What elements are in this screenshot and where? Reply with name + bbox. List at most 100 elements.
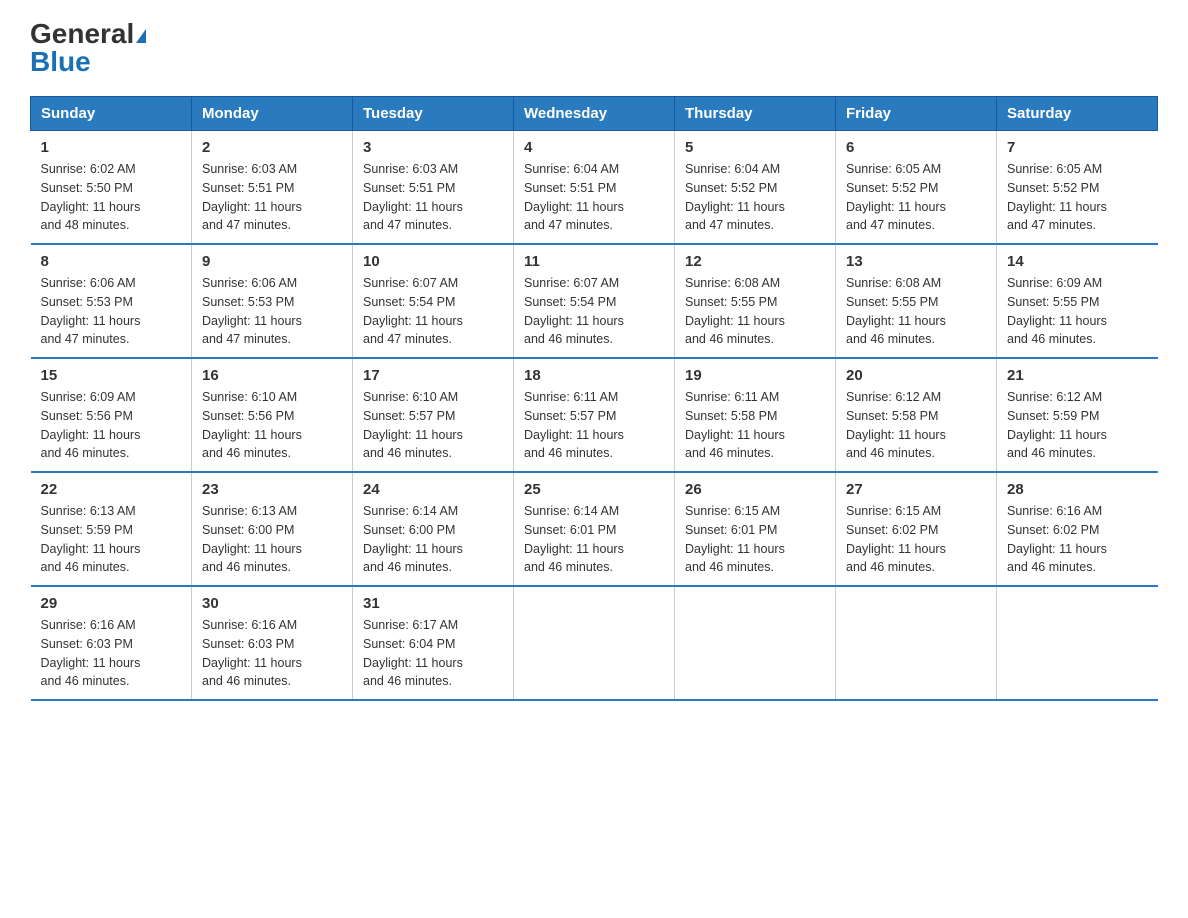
logo-general-line: General bbox=[30, 20, 146, 48]
day-info: Sunrise: 6:08 AMSunset: 5:55 PMDaylight:… bbox=[846, 276, 946, 346]
day-info: Sunrise: 6:03 AMSunset: 5:51 PMDaylight:… bbox=[202, 162, 302, 232]
header-cell-thursday: Thursday bbox=[675, 97, 836, 131]
day-info: Sunrise: 6:16 AMSunset: 6:03 PMDaylight:… bbox=[202, 618, 302, 688]
day-cell: 26 Sunrise: 6:15 AMSunset: 6:01 PMDaylig… bbox=[675, 472, 836, 586]
day-number: 27 bbox=[846, 481, 986, 498]
week-row-3: 15 Sunrise: 6:09 AMSunset: 5:56 PMDaylig… bbox=[31, 358, 1158, 472]
day-info: Sunrise: 6:16 AMSunset: 6:02 PMDaylight:… bbox=[1007, 504, 1107, 574]
calendar-header: SundayMondayTuesdayWednesdayThursdayFrid… bbox=[31, 97, 1158, 131]
day-info: Sunrise: 6:13 AMSunset: 6:00 PMDaylight:… bbox=[202, 504, 302, 574]
day-number: 18 bbox=[524, 367, 664, 384]
day-info: Sunrise: 6:17 AMSunset: 6:04 PMDaylight:… bbox=[363, 618, 463, 688]
day-cell: 20 Sunrise: 6:12 AMSunset: 5:58 PMDaylig… bbox=[836, 358, 997, 472]
header-cell-wednesday: Wednesday bbox=[514, 97, 675, 131]
day-info: Sunrise: 6:14 AMSunset: 6:00 PMDaylight:… bbox=[363, 504, 463, 574]
page-header: General Blue bbox=[30, 20, 1158, 76]
day-number: 24 bbox=[363, 481, 503, 498]
day-cell: 9 Sunrise: 6:06 AMSunset: 5:53 PMDayligh… bbox=[192, 244, 353, 358]
day-number: 10 bbox=[363, 253, 503, 270]
header-cell-saturday: Saturday bbox=[997, 97, 1158, 131]
day-cell bbox=[836, 586, 997, 700]
day-number: 21 bbox=[1007, 367, 1148, 384]
day-info: Sunrise: 6:05 AMSunset: 5:52 PMDaylight:… bbox=[846, 162, 946, 232]
day-number: 4 bbox=[524, 139, 664, 156]
day-cell: 27 Sunrise: 6:15 AMSunset: 6:02 PMDaylig… bbox=[836, 472, 997, 586]
day-info: Sunrise: 6:09 AMSunset: 5:56 PMDaylight:… bbox=[41, 390, 141, 460]
day-info: Sunrise: 6:10 AMSunset: 5:57 PMDaylight:… bbox=[363, 390, 463, 460]
day-number: 19 bbox=[685, 367, 825, 384]
logo-blue-line: Blue bbox=[30, 48, 91, 76]
day-cell: 23 Sunrise: 6:13 AMSunset: 6:00 PMDaylig… bbox=[192, 472, 353, 586]
day-number: 8 bbox=[41, 253, 182, 270]
day-info: Sunrise: 6:06 AMSunset: 5:53 PMDaylight:… bbox=[41, 276, 141, 346]
day-cell: 11 Sunrise: 6:07 AMSunset: 5:54 PMDaylig… bbox=[514, 244, 675, 358]
day-cell: 21 Sunrise: 6:12 AMSunset: 5:59 PMDaylig… bbox=[997, 358, 1158, 472]
day-number: 26 bbox=[685, 481, 825, 498]
logo-general-text: General bbox=[30, 18, 146, 49]
day-number: 9 bbox=[202, 253, 342, 270]
day-cell: 14 Sunrise: 6:09 AMSunset: 5:55 PMDaylig… bbox=[997, 244, 1158, 358]
day-cell: 30 Sunrise: 6:16 AMSunset: 6:03 PMDaylig… bbox=[192, 586, 353, 700]
day-info: Sunrise: 6:07 AMSunset: 5:54 PMDaylight:… bbox=[524, 276, 624, 346]
day-cell: 13 Sunrise: 6:08 AMSunset: 5:55 PMDaylig… bbox=[836, 244, 997, 358]
day-number: 14 bbox=[1007, 253, 1148, 270]
day-cell: 29 Sunrise: 6:16 AMSunset: 6:03 PMDaylig… bbox=[31, 586, 192, 700]
day-cell: 8 Sunrise: 6:06 AMSunset: 5:53 PMDayligh… bbox=[31, 244, 192, 358]
day-number: 13 bbox=[846, 253, 986, 270]
day-number: 5 bbox=[685, 139, 825, 156]
day-number: 11 bbox=[524, 253, 664, 270]
day-info: Sunrise: 6:03 AMSunset: 5:51 PMDaylight:… bbox=[363, 162, 463, 232]
day-info: Sunrise: 6:07 AMSunset: 5:54 PMDaylight:… bbox=[363, 276, 463, 346]
day-info: Sunrise: 6:14 AMSunset: 6:01 PMDaylight:… bbox=[524, 504, 624, 574]
day-cell bbox=[675, 586, 836, 700]
day-cell: 3 Sunrise: 6:03 AMSunset: 5:51 PMDayligh… bbox=[353, 131, 514, 245]
week-row-2: 8 Sunrise: 6:06 AMSunset: 5:53 PMDayligh… bbox=[31, 244, 1158, 358]
day-cell: 16 Sunrise: 6:10 AMSunset: 5:56 PMDaylig… bbox=[192, 358, 353, 472]
day-number: 20 bbox=[846, 367, 986, 384]
day-number: 31 bbox=[363, 595, 503, 612]
day-info: Sunrise: 6:15 AMSunset: 6:01 PMDaylight:… bbox=[685, 504, 785, 574]
day-number: 2 bbox=[202, 139, 342, 156]
day-cell: 15 Sunrise: 6:09 AMSunset: 5:56 PMDaylig… bbox=[31, 358, 192, 472]
day-cell: 5 Sunrise: 6:04 AMSunset: 5:52 PMDayligh… bbox=[675, 131, 836, 245]
calendar-table: SundayMondayTuesdayWednesdayThursdayFrid… bbox=[30, 96, 1158, 701]
day-cell: 28 Sunrise: 6:16 AMSunset: 6:02 PMDaylig… bbox=[997, 472, 1158, 586]
day-cell: 19 Sunrise: 6:11 AMSunset: 5:58 PMDaylig… bbox=[675, 358, 836, 472]
day-number: 3 bbox=[363, 139, 503, 156]
day-cell: 7 Sunrise: 6:05 AMSunset: 5:52 PMDayligh… bbox=[997, 131, 1158, 245]
day-cell: 10 Sunrise: 6:07 AMSunset: 5:54 PMDaylig… bbox=[353, 244, 514, 358]
day-info: Sunrise: 6:09 AMSunset: 5:55 PMDaylight:… bbox=[1007, 276, 1107, 346]
day-cell: 24 Sunrise: 6:14 AMSunset: 6:00 PMDaylig… bbox=[353, 472, 514, 586]
day-cell: 4 Sunrise: 6:04 AMSunset: 5:51 PMDayligh… bbox=[514, 131, 675, 245]
day-info: Sunrise: 6:13 AMSunset: 5:59 PMDaylight:… bbox=[41, 504, 141, 574]
day-info: Sunrise: 6:05 AMSunset: 5:52 PMDaylight:… bbox=[1007, 162, 1107, 232]
day-info: Sunrise: 6:11 AMSunset: 5:58 PMDaylight:… bbox=[685, 390, 785, 460]
week-row-4: 22 Sunrise: 6:13 AMSunset: 5:59 PMDaylig… bbox=[31, 472, 1158, 586]
day-number: 6 bbox=[846, 139, 986, 156]
day-cell: 25 Sunrise: 6:14 AMSunset: 6:01 PMDaylig… bbox=[514, 472, 675, 586]
day-cell bbox=[514, 586, 675, 700]
day-cell: 12 Sunrise: 6:08 AMSunset: 5:55 PMDaylig… bbox=[675, 244, 836, 358]
header-row: SundayMondayTuesdayWednesdayThursdayFrid… bbox=[31, 97, 1158, 131]
logo: General Blue bbox=[30, 20, 146, 76]
header-cell-monday: Monday bbox=[192, 97, 353, 131]
header-cell-friday: Friday bbox=[836, 97, 997, 131]
day-info: Sunrise: 6:16 AMSunset: 6:03 PMDaylight:… bbox=[41, 618, 141, 688]
calendar-body: 1 Sunrise: 6:02 AMSunset: 5:50 PMDayligh… bbox=[31, 131, 1158, 701]
day-number: 28 bbox=[1007, 481, 1148, 498]
day-cell bbox=[997, 586, 1158, 700]
day-cell: 1 Sunrise: 6:02 AMSunset: 5:50 PMDayligh… bbox=[31, 131, 192, 245]
week-row-5: 29 Sunrise: 6:16 AMSunset: 6:03 PMDaylig… bbox=[31, 586, 1158, 700]
day-number: 17 bbox=[363, 367, 503, 384]
header-cell-sunday: Sunday bbox=[31, 97, 192, 131]
day-info: Sunrise: 6:02 AMSunset: 5:50 PMDaylight:… bbox=[41, 162, 141, 232]
day-info: Sunrise: 6:04 AMSunset: 5:51 PMDaylight:… bbox=[524, 162, 624, 232]
day-number: 7 bbox=[1007, 139, 1148, 156]
day-info: Sunrise: 6:10 AMSunset: 5:56 PMDaylight:… bbox=[202, 390, 302, 460]
day-info: Sunrise: 6:08 AMSunset: 5:55 PMDaylight:… bbox=[685, 276, 785, 346]
day-info: Sunrise: 6:06 AMSunset: 5:53 PMDaylight:… bbox=[202, 276, 302, 346]
logo-triangle-icon bbox=[136, 29, 146, 43]
day-info: Sunrise: 6:12 AMSunset: 5:59 PMDaylight:… bbox=[1007, 390, 1107, 460]
day-number: 29 bbox=[41, 595, 182, 612]
day-number: 16 bbox=[202, 367, 342, 384]
